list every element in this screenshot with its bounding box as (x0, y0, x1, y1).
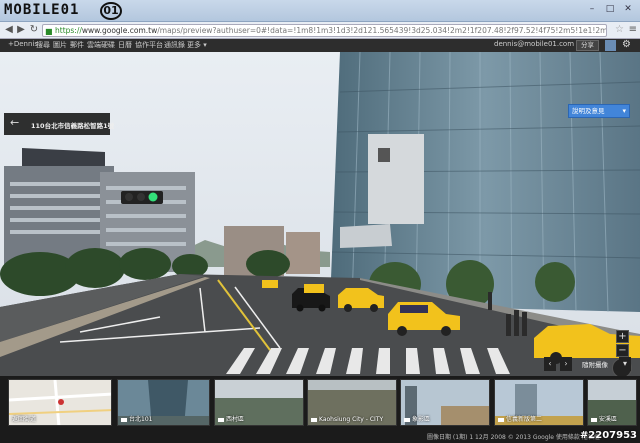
camera-icon (591, 417, 597, 422)
reload-icon[interactable]: ↻ (28, 24, 40, 36)
close-button[interactable]: ✕ (620, 3, 636, 15)
google-bar: +Dennis 搜尋 圖片 郵件 雲端硬碟 日曆 協作平台 通訊錄 更多 ▾ d… (0, 39, 640, 52)
camera-icon (121, 417, 127, 422)
gbar-item-search[interactable]: 搜尋 (36, 40, 50, 50)
thumb-photo[interactable]: 安溪區 (587, 379, 637, 426)
street-scene (0, 52, 640, 376)
thumb-photo[interactable]: 西村區 (214, 379, 304, 426)
thumb-label: 信義新版第二 (498, 414, 542, 423)
address-card[interactable]: ← 110台北市信義路松智路1號 (4, 113, 114, 135)
street-address: 110台北市信義路松智路1號 (31, 122, 115, 130)
url-input[interactable]: ■ https://www.google.com.tw/maps/preview… (42, 24, 607, 37)
gbar-item-images[interactable]: 圖片 (53, 40, 67, 50)
wrench-icon[interactable]: ≡ (629, 24, 637, 35)
star-icon[interactable]: ☆ (615, 24, 624, 35)
url-scheme: https:// (55, 26, 82, 35)
footer: 圖像日期 (1期) 1 12月 2008 © 2013 Google 使用條款 … (0, 430, 640, 443)
lock-icon: ■ (45, 27, 53, 36)
camera-icon (218, 417, 224, 422)
camera-icon (404, 417, 410, 422)
thumb-label: 象影區 (404, 414, 430, 423)
thumb-photo[interactable]: 台北101 (117, 379, 210, 426)
gear-icon[interactable]: ⚙ (622, 39, 631, 50)
back-arrow-icon[interactable]: ◀ (3, 24, 15, 36)
thumb-photo[interactable]: 象影區 (400, 379, 490, 426)
thumb-photo[interactable]: Kaohsiung City - CITY (307, 379, 397, 426)
collapse-icon[interactable]: ▾ (619, 357, 631, 371)
account-email[interactable]: dennis@mobile01.com (494, 40, 574, 48)
maximize-button[interactable]: □ (602, 3, 618, 15)
camera-icon (311, 417, 317, 422)
gbar-item-sites[interactable]: 協作平台 (135, 40, 163, 50)
imagery-date-text: 圖像日期 (1期) 1 12月 2008 © 2013 Google 使用條款 … (427, 434, 600, 441)
back-arrow-icon[interactable]: ← (10, 116, 19, 129)
gbar-item-more[interactable]: 更多 ▾ (187, 40, 207, 50)
address-bar: ◀ ▶ ↻ ■ https://www.google.com.tw/maps/p… (0, 22, 640, 39)
avatar[interactable] (605, 40, 616, 51)
zoom-in-button[interactable]: + (616, 330, 629, 343)
gbar-item-mail[interactable]: 郵件 (70, 40, 84, 50)
watermark-logo: MOBILE01 (4, 2, 80, 18)
zoom-out-button[interactable]: − (616, 344, 629, 357)
logo-badge: 01 (100, 2, 122, 20)
thumb-label: Kaohsiung City - CITY (311, 416, 383, 423)
nearby-photos-label[interactable]: 隨附攝像 (582, 359, 608, 369)
street-view-panorama[interactable]: ← 110台北市信義路松智路1號 說明及意見 ▾ + − (0, 52, 640, 376)
gbar-item-contacts[interactable]: 通訊錄 (164, 40, 185, 50)
chevron-right-icon[interactable]: › (560, 357, 572, 371)
forward-arrow-icon[interactable]: ▶ (15, 24, 27, 36)
thumb-label: 返回街道 (12, 416, 37, 423)
thumb-label: 安溪區 (591, 414, 617, 423)
photo-filmstrip: 返回街道 台北101 西村區 Kaohsiung City - CITY 象影區… (0, 376, 640, 430)
thumb-label: 西村區 (218, 414, 244, 423)
camera-icon (498, 417, 504, 422)
url-host: www.google.com.tw (81, 26, 158, 35)
thumb-label: 台北101 (121, 414, 152, 423)
url-path: /maps/preview?authuser=0#!data=!1m8!1m3!… (157, 26, 607, 35)
title-bar: MOBILE01 01 – □ ✕ (0, 0, 640, 22)
thumb-map[interactable]: 返回街道 (8, 379, 112, 426)
chevron-left-icon[interactable]: ‹ (544, 357, 556, 371)
feedback-label: 說明及意見 (572, 107, 605, 115)
share-button[interactable]: 分享 (576, 40, 599, 51)
gbar-item-calendar[interactable]: 日曆 (118, 40, 132, 50)
thumb-photo[interactable]: 信義新版第二 (494, 379, 584, 426)
post-watermark: #2207953 (579, 430, 637, 441)
help-feedback-button[interactable]: 說明及意見 ▾ (568, 104, 630, 118)
minimize-button[interactable]: – (584, 3, 600, 15)
chevron-down-icon: ▾ (622, 107, 626, 115)
gbar-item-plus[interactable]: +Dennis (8, 40, 38, 48)
gbar-item-drive[interactable]: 雲端硬碟 (87, 40, 115, 50)
